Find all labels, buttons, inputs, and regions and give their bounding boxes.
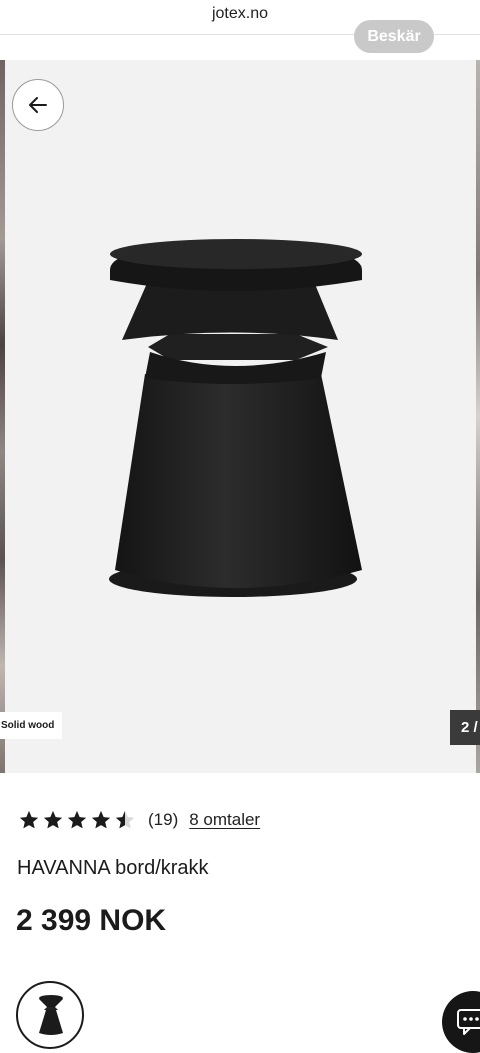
star-rating: [18, 809, 136, 831]
rating-count: (19): [148, 810, 179, 829]
reviews-link[interactable]: 8 omtaler: [189, 810, 260, 830]
product-image-gallery[interactable]: Solid wood 2 /: [0, 60, 480, 773]
variant-thumbnail[interactable]: [16, 981, 84, 1049]
rating-row: (19) 8 omtaler: [18, 808, 260, 832]
chat-bubble-icon: [457, 1009, 480, 1035]
crop-button[interactable]: Beskär: [354, 20, 434, 53]
image-counter: 2 /: [450, 710, 480, 745]
product-title: HAVANNA bord/krakk: [17, 857, 209, 879]
star-icon: [67, 810, 87, 829]
half-star-icon: [115, 810, 135, 829]
material-badge: Solid wood: [0, 712, 63, 739]
product-image: [109, 239, 362, 597]
back-button[interactable]: [12, 79, 64, 131]
arrow-left-icon: [29, 97, 47, 113]
previous-image-peek[interactable]: [0, 60, 5, 773]
stool-thumbnail-image: [39, 995, 63, 1035]
star-icon: [43, 810, 63, 829]
star-icon: [91, 810, 111, 829]
product-price: 2 399 NOK: [16, 904, 167, 937]
chat-button[interactable]: [442, 991, 480, 1053]
star-icon: [19, 810, 39, 829]
next-image-peek[interactable]: [476, 60, 480, 773]
